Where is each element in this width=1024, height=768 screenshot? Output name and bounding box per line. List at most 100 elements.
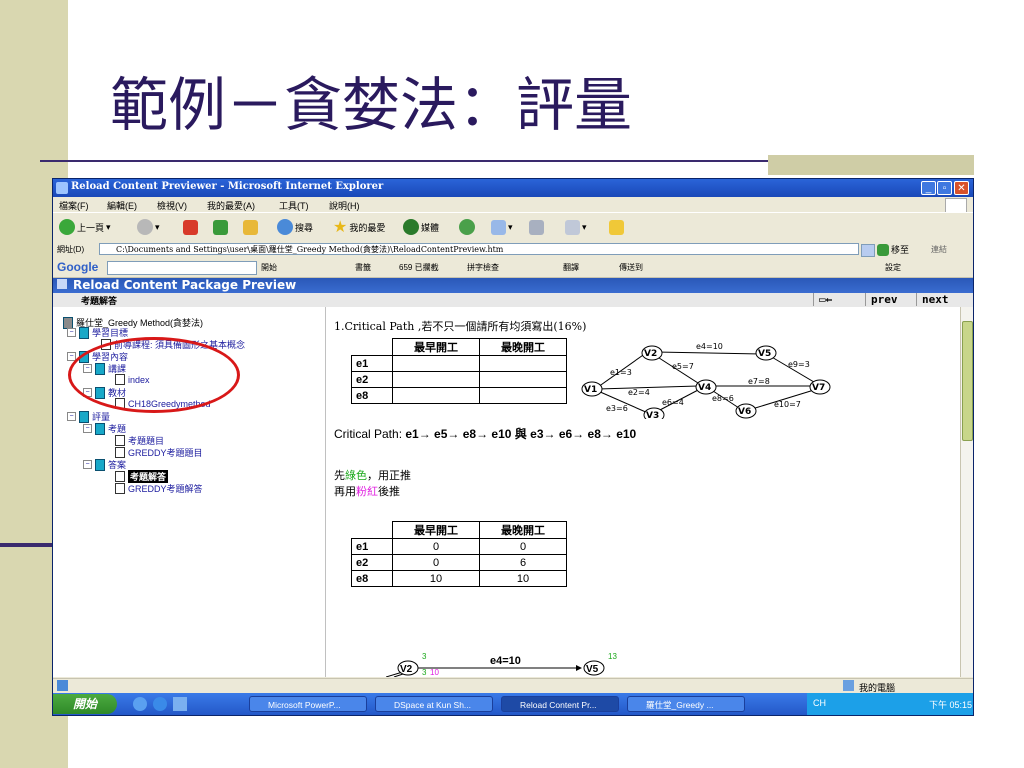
graph-node-v1: V1 xyxy=(584,385,597,395)
back-button[interactable]: 上一頁 ▾ xyxy=(59,218,111,236)
google-settings-button[interactable]: 設定 xyxy=(885,262,901,273)
system-tray: CH 下午 05:15 xyxy=(807,693,973,715)
edge-label: e8=6 xyxy=(712,394,734,403)
maximize-button[interactable]: ▫ xyxy=(937,181,952,195)
desktop-icon[interactable] xyxy=(173,697,187,711)
vertical-scrollbar[interactable] xyxy=(960,307,973,677)
edit-button[interactable]: ▾ xyxy=(565,218,587,236)
links-label[interactable]: 連結 xyxy=(931,244,947,255)
ie-window: Reload Content Previewer - Microsoft Int… xyxy=(52,178,974,716)
folder-icon xyxy=(79,326,89,339)
cell-latest: 6 xyxy=(479,554,567,571)
slide-title-rule xyxy=(40,160,770,162)
instruction-forward: 先綠色，用正推 xyxy=(334,467,411,483)
address-dropdown-button[interactable] xyxy=(861,244,875,257)
spellcheck-button[interactable]: 拼字檢查 xyxy=(467,262,499,273)
task-folder[interactable]: 羅仕堂_Greedy ... xyxy=(627,696,745,712)
back-label: 上一頁 xyxy=(77,222,105,233)
menu-view[interactable]: 檢視(V) xyxy=(157,199,187,212)
folder-icon xyxy=(95,458,105,471)
ie-quick-launch-icon[interactable] xyxy=(153,697,167,711)
edge-label: e7=8 xyxy=(748,377,770,386)
window-titlebar[interactable]: Reload Content Previewer - Microsoft Int… xyxy=(53,179,973,197)
tree-item-greedy-questions[interactable]: GREDDY考題題目 xyxy=(115,446,203,459)
mail-button[interactable]: ▾ xyxy=(491,218,513,236)
tree-label: GREDDY考題解答 xyxy=(128,484,203,494)
graph-node-v3: V3 xyxy=(646,411,659,419)
critical-path-1: e1→ e5→ e8→ e10 xyxy=(405,427,512,441)
col-header-earliest: 最早開工 xyxy=(392,338,480,356)
edge-label: e1=3 xyxy=(610,368,632,377)
scrollbar-thumb[interactable] xyxy=(962,321,973,441)
print-icon xyxy=(529,219,544,235)
cell-latest: 10 xyxy=(479,570,567,587)
bookmarks-button[interactable]: 書籤 xyxy=(355,262,371,273)
search-button[interactable]: 搜尋 xyxy=(277,218,313,236)
page-icon xyxy=(115,435,125,446)
task-powerpoint[interactable]: Microsoft PowerP... xyxy=(249,696,367,712)
toggle-tree-button[interactable]: ▭← xyxy=(813,293,838,306)
edge-label: e10=7 xyxy=(774,400,801,409)
favorites-button[interactable]: ★ 我的最愛 xyxy=(333,218,385,236)
task-dspace[interactable]: DSpace at Kun Sh... xyxy=(375,696,493,712)
popup-blocked-button[interactable]: 659 已攔截 xyxy=(399,262,439,273)
slide-left-mark xyxy=(0,543,52,547)
media-icon xyxy=(403,219,419,235)
language-indicator[interactable]: CH xyxy=(813,698,826,708)
print-button[interactable] xyxy=(529,218,544,236)
stop-icon xyxy=(183,219,198,235)
pink-value: 20 xyxy=(606,676,615,677)
menu-edit[interactable]: 編輯(E) xyxy=(107,199,137,212)
forward-button[interactable]: ▾ xyxy=(137,218,160,236)
folder-icon xyxy=(95,422,105,435)
slide-title: 範例－貪婪法：評量 xyxy=(110,71,633,139)
close-button[interactable]: ✕ xyxy=(954,181,969,195)
star-icon: ★ xyxy=(333,219,348,236)
edge-label: e6=4 xyxy=(662,398,684,407)
favorites-label: 我的最愛 xyxy=(349,222,386,233)
activity-graph: V1 V2 V3 V4 V5 V6 V7 e1=3 e2=4 e3=6 e4=1… xyxy=(581,342,831,419)
partial-node-v2: V2 xyxy=(400,664,413,675)
tree-item-greedy-answers[interactable]: GREDDY考題解答 xyxy=(115,482,203,495)
tree-label: GREDDY考題題目 xyxy=(128,448,203,458)
media-button[interactable]: 媒體 xyxy=(403,218,439,236)
folder-icon xyxy=(79,410,89,423)
go-button[interactable]: 移至 xyxy=(877,243,909,256)
graph-node-v5: V5 xyxy=(758,349,771,359)
menu-tools[interactable]: 工具(T) xyxy=(279,199,309,212)
address-input[interactable]: C:\Documents and Settings\user\桌面\羅仕堂_Gr… xyxy=(99,243,859,255)
row-label: e2 xyxy=(351,554,393,571)
prev-button[interactable]: prev xyxy=(865,293,903,306)
google-search-input[interactable] xyxy=(107,261,257,275)
col-header-latest: 最晚開工 xyxy=(479,338,567,356)
home-button[interactable] xyxy=(243,218,258,236)
task-reload[interactable]: Reload Content Pr... xyxy=(501,696,619,712)
quick-launch-icon[interactable] xyxy=(133,697,147,711)
google-logo: Google xyxy=(57,260,99,274)
partial-node-v5: V5 xyxy=(586,664,599,675)
address-label: 網址(D) xyxy=(57,245,85,254)
stop-button[interactable] xyxy=(183,218,198,236)
google-start-button[interactable]: 開始 xyxy=(261,262,277,273)
menu-help[interactable]: 說明(H) xyxy=(329,199,360,212)
send-to-button[interactable]: 傳送到 xyxy=(619,262,643,273)
menu-bar: 檔案(F) 編輯(E) 檢視(V) 我的最愛(A) 工具(T) 說明(H) xyxy=(53,197,973,213)
critical-path-label: Critical Path: xyxy=(334,427,403,441)
cell-earliest: 0 xyxy=(392,538,480,555)
green-value: 3 xyxy=(422,668,427,677)
folder-icon xyxy=(609,219,624,235)
translate-button[interactable]: 翻譯 xyxy=(563,262,579,273)
history-button[interactable] xyxy=(459,218,475,236)
media-label: 媒體 xyxy=(421,222,440,233)
minimize-button[interactable]: _ xyxy=(921,181,936,195)
refresh-button[interactable] xyxy=(213,218,228,236)
folder-button[interactable] xyxy=(609,218,624,236)
instruction-text: 後推 xyxy=(378,486,400,498)
menu-file[interactable]: 檔案(F) xyxy=(59,199,89,212)
clock[interactable]: 下午 05:15 xyxy=(929,698,972,711)
next-button[interactable]: next xyxy=(916,293,954,306)
table-row: e2 0 6 xyxy=(351,554,567,571)
menu-favorites[interactable]: 我的最愛(A) xyxy=(207,199,255,212)
cell-latest: 0 xyxy=(479,538,567,555)
start-button[interactable]: 開始 xyxy=(53,694,117,714)
